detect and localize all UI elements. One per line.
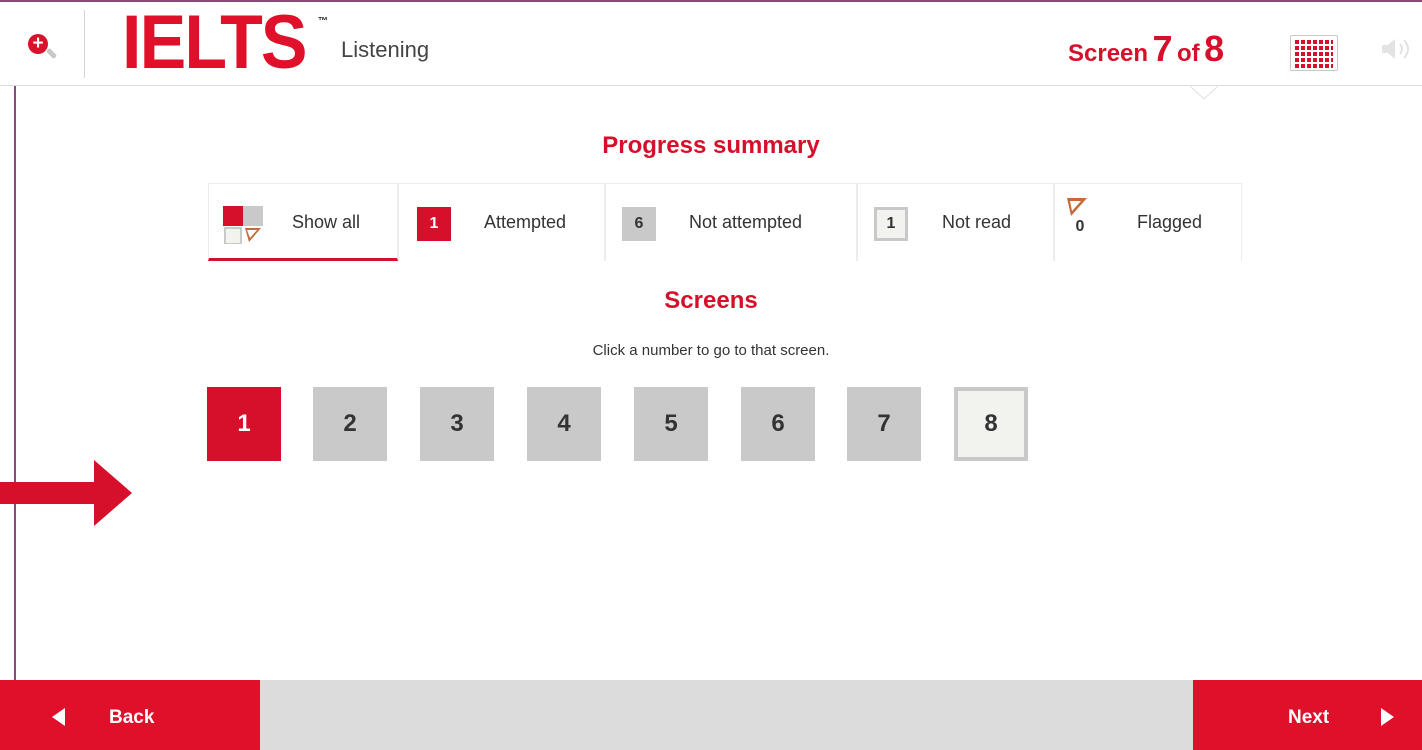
header-bar: + IELTS ™ Listening Screen 7 of 8 [0, 2, 1422, 86]
screens-instruction: Click a number to go to that screen. [592, 342, 830, 359]
header-divider [84, 10, 85, 78]
screen-current: 7 [1152, 28, 1173, 69]
screen-grid-icon [1295, 40, 1333, 68]
screen-tile-5[interactable]: 5 [634, 387, 708, 461]
tab-not-read[interactable]: 1 Not read [857, 183, 1054, 261]
screens-title: Screens [664, 287, 758, 314]
screen-of: of [1177, 40, 1200, 67]
back-button-label: Back [109, 707, 155, 728]
progress-summary-title: Progress summary [602, 132, 820, 159]
tab-not-read-label: Not read [942, 212, 1012, 232]
not-read-count: 1 [874, 207, 908, 241]
menu-pointer [1190, 86, 1218, 100]
screen-tile-6[interactable]: 6 [741, 387, 815, 461]
screen-grid-button[interactable] [1290, 35, 1338, 71]
ielts-logo: IELTS [122, 0, 308, 85]
screen-tile-8[interactable]: 8 [954, 387, 1028, 461]
zoom-in-button[interactable]: + [22, 30, 66, 70]
screen-tile-3[interactable]: 3 [420, 387, 494, 461]
back-button[interactable]: Back [0, 680, 260, 750]
red-arrow-icon [0, 460, 132, 526]
screen-counter: Screen 7 of 8 [1068, 28, 1225, 69]
chevron-left-icon [52, 708, 65, 726]
next-button-label: Next [1288, 707, 1330, 728]
ielts-progress-screen: + IELTS ™ Listening Screen 7 of 8 Progre… [0, 0, 1422, 750]
progress-filter-tabs: Show all 1 Attempted 6 Not attempted 1 N… [208, 183, 1242, 263]
screen-total: 8 [1204, 28, 1225, 69]
screen-tile-1[interactable]: 1 [207, 387, 281, 461]
tab-show-all[interactable]: Show all [208, 183, 398, 261]
show-all-icon [223, 206, 263, 244]
flagged-count: 0 [1075, 218, 1085, 235]
screen-prefix: Screen [1068, 40, 1149, 67]
attempted-count: 1 [417, 207, 451, 241]
not-attempted-count: 6 [622, 207, 656, 241]
tab-not-attempted[interactable]: 6 Not attempted [605, 183, 857, 261]
section-name: Listening [341, 37, 430, 62]
tab-not-attempted-label: Not attempted [689, 212, 803, 232]
tab-show-all-label: Show all [292, 212, 361, 232]
screen-tile-7[interactable]: 7 [847, 387, 921, 461]
chevron-right-icon [1381, 708, 1394, 726]
tab-flagged-label: Flagged [1137, 212, 1203, 232]
volume-icon[interactable] [1378, 36, 1418, 62]
tab-flagged[interactable]: 0 Flagged [1054, 183, 1242, 261]
tab-attempted[interactable]: 1 Attempted [398, 183, 605, 261]
next-button[interactable]: Next [1193, 680, 1422, 750]
tab-attempted-label: Attempted [484, 212, 567, 232]
frame-left-border [14, 86, 16, 680]
trademark-mark: ™ [318, 16, 328, 27]
zoom-in-icon: + [28, 34, 48, 54]
screen-tile-2[interactable]: 2 [313, 387, 387, 461]
screen-tile-4[interactable]: 4 [527, 387, 601, 461]
